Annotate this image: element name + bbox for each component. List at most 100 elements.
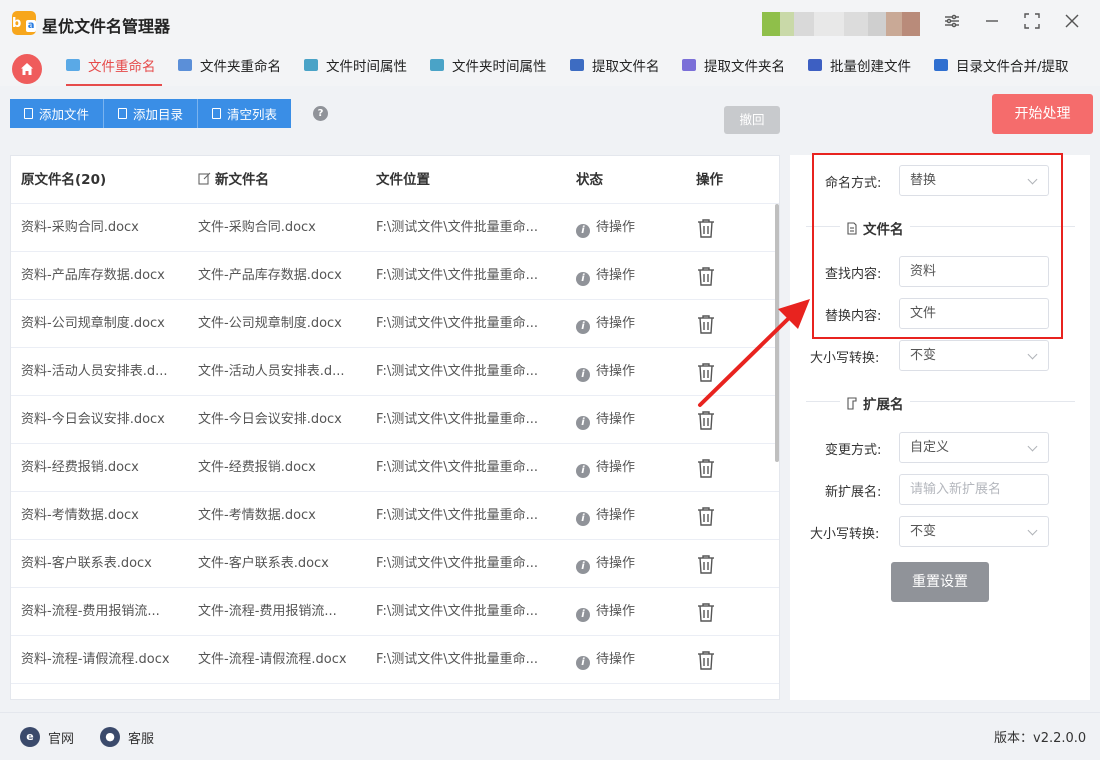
trash-icon xyxy=(212,108,222,119)
minimize-icon[interactable] xyxy=(981,12,1003,34)
footer-bar: e 官网 ● 客服 xyxy=(0,712,1100,760)
cell-original-name: 资料-考情数据.docx xyxy=(21,508,139,523)
settings-sliders-icon[interactable] xyxy=(941,12,963,34)
file-icon xyxy=(24,108,33,119)
extension-section-title: 扩展名 xyxy=(840,393,910,413)
new-extension-input[interactable]: 请输入新扩展名 xyxy=(899,474,1049,505)
extension-icon xyxy=(847,396,857,410)
cell-location: F:\测试文件\文件批量重命... xyxy=(376,508,539,523)
chat-icon: ● xyxy=(100,727,120,747)
new-extension-label: 新扩展名: xyxy=(825,485,882,500)
home-icon xyxy=(21,63,33,75)
header-status: 状态 xyxy=(576,172,603,188)
info-icon: i xyxy=(576,368,590,382)
cell-status: i 待操作 xyxy=(576,396,676,444)
info-icon: i xyxy=(576,464,590,478)
table-row[interactable]: 资料-产品库存数据.docx 文件-产品库存数据.docx F:\测试文件\文件批量… xyxy=(11,252,779,300)
tab-file-time[interactable]: 文件时间属性 xyxy=(304,53,407,77)
delete-icon[interactable] xyxy=(697,602,715,622)
cell-new-name: 文件-活动人员安排表.d... xyxy=(198,364,345,379)
table-header: 原文件名(20) 新文件名 文件位置 状态 操作 xyxy=(11,156,779,204)
home-button[interactable] xyxy=(12,54,42,84)
delete-icon[interactable] xyxy=(697,650,715,670)
table-row[interactable]: 资料-采购合同.docx 文件-采购合同.docx F:\测试文件\文件批量重命..… xyxy=(11,204,779,252)
website-link[interactable]: e 官网 xyxy=(20,727,74,747)
title-bar: ba 星优文件名管理器 xyxy=(0,0,1100,46)
extension-case-label: 大小写转换: xyxy=(810,527,880,542)
cell-original-name: 资料-采购合同.docx xyxy=(21,220,139,235)
case-convert-select[interactable]: 不变 xyxy=(899,340,1049,371)
app-logo-icon: ba xyxy=(12,11,36,35)
table-row[interactable]: 资料-经费报销.docx 文件-经费报销.docx F:\测试文件\文件批量重命..… xyxy=(11,444,779,492)
user-avatar[interactable] xyxy=(762,12,920,36)
reset-settings-button[interactable]: 重置设置 xyxy=(891,562,989,602)
table-row[interactable]: 资料-客户联系表.docx 文件-客户联系表.docx F:\测试文件\文件批量重命… xyxy=(11,540,779,588)
cell-status: i 待操作 xyxy=(576,204,676,252)
delete-icon[interactable] xyxy=(697,554,715,574)
change-mode-select[interactable]: 自定义 xyxy=(899,432,1049,463)
table-row[interactable]: 资料-活动人员安排表.d... 文件-活动人员安排表.d... F:\测试文件\文件… xyxy=(11,348,779,396)
cell-status: i 待操作 xyxy=(576,300,676,348)
clear-list-button[interactable]: 清空列表 xyxy=(198,99,292,128)
table-row[interactable]: 资料-今日会议安排.docx 文件-今日会议安排.docx F:\测试文件\文件批量… xyxy=(11,396,779,444)
header-original-name: 原文件名(20) xyxy=(21,172,107,188)
table-row[interactable]: 资料-流程-费用报销流... 文件-流程-费用报销流... F:\测试文件\文件批量… xyxy=(11,588,779,636)
tab-batch-create[interactable]: 批量创建文件 xyxy=(808,53,911,77)
cell-original-name: 资料-活动人员安排表.d... xyxy=(21,364,168,379)
file-time-icon xyxy=(304,59,318,71)
cell-location: F:\测试文件\文件批量重命... xyxy=(376,268,539,283)
folder-rename-icon xyxy=(178,59,192,71)
tab-extract-filename[interactable]: 提取文件名 xyxy=(570,53,660,77)
tab-folder-time[interactable]: 文件夹时间属性 xyxy=(430,53,547,77)
cell-new-name: 文件-公司规章制度.docx xyxy=(198,316,342,331)
close-icon[interactable] xyxy=(1061,12,1083,34)
start-processing-button[interactable]: 开始处理 xyxy=(992,94,1093,134)
cell-new-name: 文件-考情数据.docx xyxy=(198,508,316,523)
folder-time-icon xyxy=(430,59,444,71)
tab-file-rename[interactable]: 文件重命名 xyxy=(66,53,156,77)
cell-location: F:\测试文件\文件批量重命... xyxy=(376,364,539,379)
undo-button[interactable]: 撤回 xyxy=(724,106,780,134)
cell-new-name: 文件-流程-请假流程.docx xyxy=(198,652,347,667)
delete-icon[interactable] xyxy=(697,266,715,286)
cell-original-name: 资料-客户联系表.docx xyxy=(21,556,152,571)
folder-icon xyxy=(118,108,128,119)
cell-location: F:\测试文件\文件批量重命... xyxy=(376,220,539,235)
tab-folder-rename[interactable]: 文件夹重命名 xyxy=(178,53,281,77)
table-row[interactable]: 资料-流程-请假流程.docx 文件-流程-请假流程.docx F:\测试文件\文件… xyxy=(11,636,779,684)
support-link[interactable]: ● 客服 xyxy=(100,727,154,747)
batch-create-icon xyxy=(808,59,822,71)
case-convert-label: 大小写转换: xyxy=(810,351,880,366)
tab-extract-foldername[interactable]: 提取文件夹名 xyxy=(682,53,785,77)
app-title: 星优文件名管理器 xyxy=(42,17,171,36)
extension-case-select[interactable]: 不变 xyxy=(899,516,1049,547)
extract-foldername-icon xyxy=(682,59,696,71)
merge-extract-icon xyxy=(934,59,948,71)
extract-filename-icon xyxy=(570,59,584,71)
cell-location: F:\测试文件\文件批量重命... xyxy=(376,556,539,571)
add-directory-button[interactable]: 添加目录 xyxy=(104,99,199,128)
delete-icon[interactable] xyxy=(697,218,715,238)
cell-new-name: 文件-流程-费用报销流... xyxy=(198,604,337,619)
chevron-down-icon xyxy=(1027,349,1038,360)
table-row[interactable]: 资料-公司规章制度.docx 文件-公司规章制度.docx F:\测试文件\文件批量… xyxy=(11,300,779,348)
info-icon: i xyxy=(576,272,590,286)
cell-new-name: 文件-今日会议安排.docx xyxy=(198,412,342,427)
delete-icon[interactable] xyxy=(697,506,715,526)
cell-status: i 待操作 xyxy=(576,444,676,492)
cell-new-name: 文件-采购合同.docx xyxy=(198,220,316,235)
help-icon[interactable]: ? xyxy=(313,106,328,121)
tab-merge-extract[interactable]: 目录文件合并/提取 xyxy=(934,53,1069,77)
cell-new-name: 文件-客户联系表.docx xyxy=(198,556,329,571)
maximize-icon[interactable] xyxy=(1021,12,1043,34)
cell-status: i 待操作 xyxy=(576,252,676,300)
version-label: 版本：v2.2.0.0 xyxy=(994,731,1087,746)
cell-location: F:\测试文件\文件批量重命... xyxy=(376,316,539,331)
cell-original-name: 资料-流程-费用报销流... xyxy=(21,604,160,619)
add-file-button[interactable]: 添加文件 xyxy=(10,99,105,128)
edit-icon xyxy=(198,172,211,185)
cell-status: i 待操作 xyxy=(576,588,676,636)
cell-status: i 待操作 xyxy=(576,540,676,588)
delete-icon[interactable] xyxy=(697,458,715,478)
table-row[interactable]: 资料-考情数据.docx 文件-考情数据.docx F:\测试文件\文件批量重命..… xyxy=(11,492,779,540)
